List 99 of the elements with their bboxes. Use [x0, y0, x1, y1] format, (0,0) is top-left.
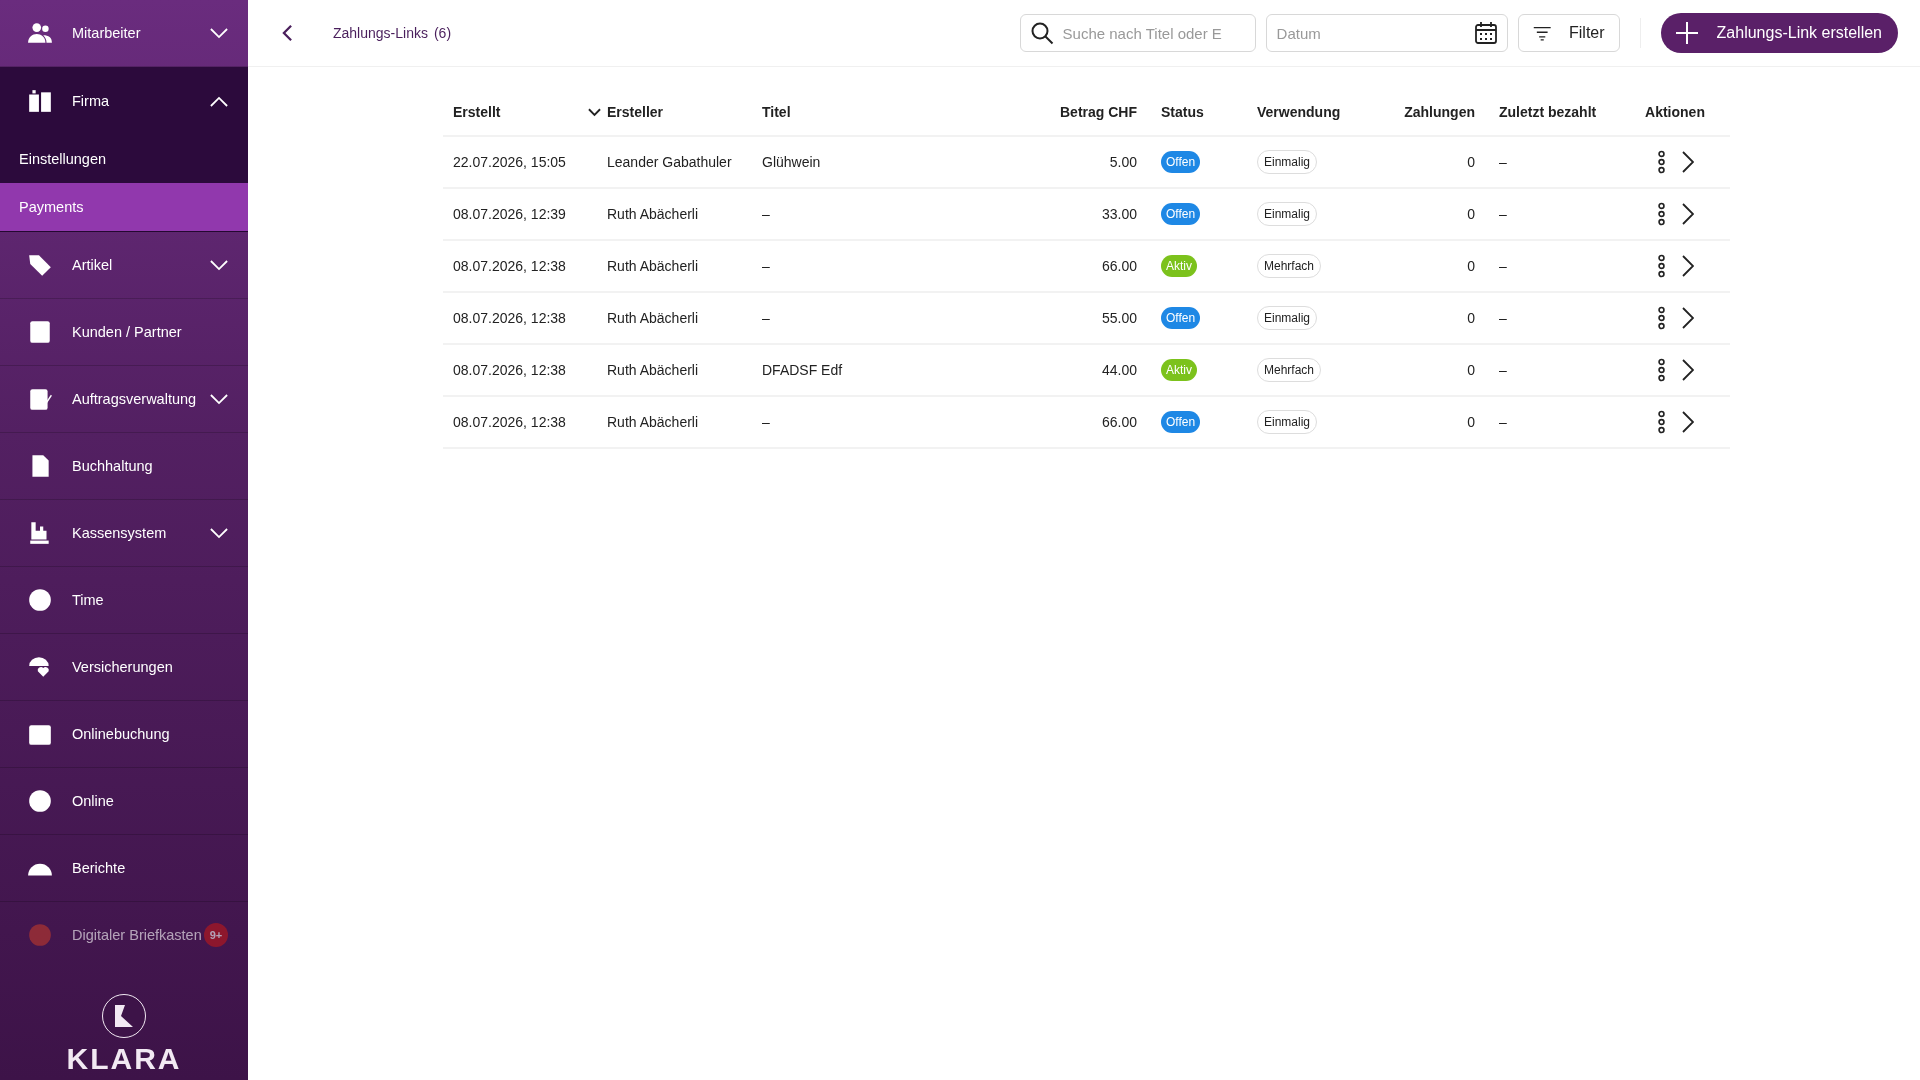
table-cell: – — [1499, 154, 1507, 170]
more-options-icon[interactable] — [1657, 254, 1666, 278]
date-field[interactable]: Datum — [1265, 14, 1508, 52]
sidebar-item[interactable]: Time — [0, 567, 248, 633]
status-badge: Aktiv — [1161, 359, 1197, 381]
table-cell: 5.00 — [1109, 154, 1137, 170]
status-badge: Offen — [1161, 203, 1201, 225]
search-field[interactable]: Suche nach Titel oder E — [1019, 14, 1256, 52]
table-cell: Ruth Abächerli — [607, 362, 699, 378]
table-cell: Ruth Abächerli — [607, 258, 699, 274]
table-cell: Ruth Abächerli — [607, 206, 699, 222]
column-header[interactable]: Aktionen — [1645, 104, 1705, 120]
table-cell: 0 — [1467, 414, 1475, 430]
sidebar-item[interactable]: Berichte — [0, 835, 248, 901]
sidebar-item[interactable]: Versicherungen — [0, 634, 248, 700]
table-cell: – — [1499, 206, 1507, 222]
sidebar-item[interactable]: Digitaler Briefkasten 9+ — [0, 902, 248, 968]
plus-icon — [1674, 21, 1699, 45]
more-options-icon[interactable] — [1657, 306, 1666, 330]
table-cell: Ruth Abächerli — [607, 414, 699, 430]
status-badge: Offen — [1161, 411, 1201, 433]
table-cell: 08.07.2026, 12:38 — [453, 414, 566, 430]
table-cell: 08.07.2026, 12:39 — [453, 206, 566, 222]
table-cell: 22.07.2026, 15:05 — [453, 154, 566, 170]
notification-badge: 9+ — [204, 923, 228, 947]
column-header[interactable]: Status — [1161, 104, 1204, 120]
logo-icon — [102, 994, 146, 1038]
submenu-item[interactable]: Einstellungen — [0, 135, 248, 183]
more-options-icon[interactable] — [1657, 202, 1666, 226]
chevron-right-icon[interactable] — [1682, 203, 1694, 225]
more-options-icon[interactable] — [1657, 150, 1666, 174]
table-cell: 08.07.2026, 12:38 — [453, 310, 566, 326]
table-cell: 0 — [1467, 258, 1475, 274]
sidebar-item[interactable]: Onlinebuchung — [0, 701, 248, 767]
table-cell: – — [1499, 310, 1507, 326]
column-header[interactable]: Zahlungen — [1404, 104, 1475, 120]
building-icon — [27, 88, 53, 114]
table-cell: – — [762, 310, 770, 326]
chevron-down-icon — [210, 527, 228, 539]
table-cell: 08.07.2026, 12:38 — [453, 258, 566, 274]
table-cell: 08.07.2026, 12:38 — [453, 362, 566, 378]
chevron-up-icon — [210, 95, 228, 107]
table-cell: 0 — [1467, 206, 1475, 222]
table-cell: 44.00 — [1101, 362, 1137, 378]
sidebar-item[interactable]: Auftragsverwaltung — [0, 366, 248, 432]
table-cell: 0 — [1467, 154, 1475, 170]
chevron-right-icon[interactable] — [1682, 411, 1694, 433]
submenu-item[interactable]: Payments — [0, 183, 248, 231]
column-header[interactable]: Zuletzt bezahlt — [1499, 104, 1597, 120]
sidebar-item[interactable]: Artikel — [0, 232, 248, 298]
column-header[interactable]: Ersteller — [607, 104, 664, 120]
column-header[interactable]: Erstellt — [453, 104, 501, 120]
column-header[interactable]: Titel — [762, 104, 791, 120]
item-count: (6) — [433, 25, 452, 41]
create-link-button[interactable]: Zahlungs-Link erstellen — [1660, 13, 1898, 53]
search-icon — [1029, 21, 1054, 45]
table-cell: – — [1499, 258, 1507, 274]
chevron-down-icon — [210, 393, 228, 405]
tag-icon — [27, 252, 53, 278]
table-cell: DFADSF Edf — [762, 362, 843, 378]
status-badge: Aktiv — [1161, 255, 1197, 277]
sort-chevron-icon[interactable] — [588, 107, 601, 117]
chevron-right-icon[interactable] — [1682, 255, 1694, 277]
chevron-right-icon[interactable] — [1682, 151, 1694, 173]
table-cell: Ruth Abächerli — [607, 310, 699, 326]
filter-button[interactable]: Filter — [1517, 14, 1620, 52]
table-cell: Glühwein — [762, 154, 821, 170]
table-cell: 0 — [1467, 310, 1475, 326]
table-cell: 0 — [1467, 362, 1475, 378]
table-cell: Leander Gabathuler — [607, 154, 732, 170]
people-icon — [27, 20, 53, 46]
sidebar-item[interactable]: Online — [0, 768, 248, 834]
table-cell: 66.00 — [1101, 414, 1137, 430]
chevron-right-icon[interactable] — [1682, 359, 1694, 381]
more-options-icon[interactable] — [1657, 410, 1666, 434]
status-badge: Offen — [1161, 151, 1201, 173]
page-title: Zahlungs-Links — [333, 25, 428, 41]
chevron-down-icon — [210, 259, 228, 271]
column-header[interactable]: Verwendung — [1257, 104, 1341, 120]
table-cell: – — [762, 206, 770, 222]
table-cell: – — [762, 414, 770, 430]
table-cell: 33.00 — [1101, 206, 1137, 222]
table-cell: – — [1499, 414, 1507, 430]
sidebar-item[interactable]: Mitarbeiter — [0, 0, 248, 66]
sidebar-item[interactable]: Firma — [0, 67, 248, 135]
table-cell: 55.00 — [1101, 310, 1137, 326]
chevron-right-icon[interactable] — [1682, 307, 1694, 329]
column-header[interactable]: Betrag CHF — [1060, 104, 1137, 120]
sidebar-item[interactable]: Kassensystem — [0, 500, 248, 566]
chevron-left-icon — [282, 24, 293, 42]
status-badge: Offen — [1161, 307, 1201, 329]
sidebar-item[interactable]: Buchhaltung — [0, 433, 248, 499]
table-cell: 66.00 — [1101, 258, 1137, 274]
chevron-down-icon — [210, 27, 228, 39]
sidebar-item[interactable]: Kunden / Partner — [0, 299, 248, 365]
more-options-icon[interactable] — [1657, 358, 1666, 382]
logo-wordmark: KLARA — [66, 1042, 182, 1076]
table-cell: – — [762, 258, 770, 274]
table-cell: – — [1499, 362, 1507, 378]
